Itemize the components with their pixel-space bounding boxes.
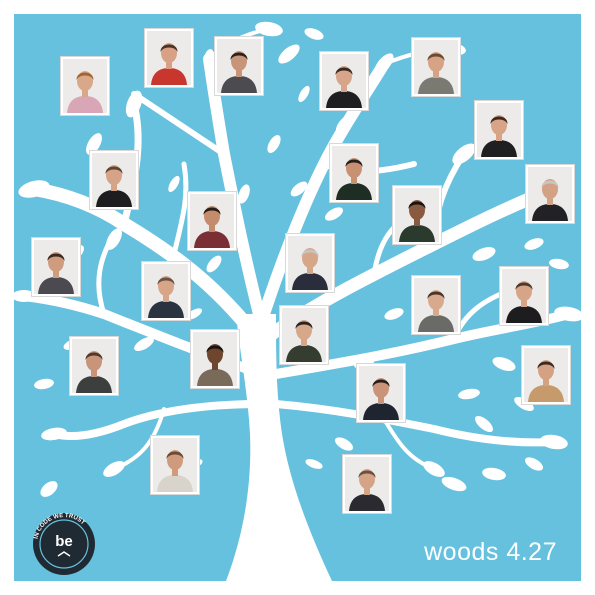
person-photo-6 bbox=[475, 101, 523, 159]
person-photo-3 bbox=[215, 37, 263, 95]
person-photo-12 bbox=[32, 238, 80, 296]
person-photo-22 bbox=[151, 436, 199, 494]
person-photo-19 bbox=[191, 330, 239, 388]
person-photo-5 bbox=[412, 38, 460, 96]
person-photo-23 bbox=[343, 455, 391, 513]
person-photo-17 bbox=[70, 337, 118, 395]
person-photo-11 bbox=[393, 186, 441, 244]
person-photo-8 bbox=[330, 144, 378, 202]
be-logo: IN CODE WE TRUST be bbox=[32, 512, 96, 576]
person-photo-15 bbox=[412, 276, 460, 334]
svg-text:be: be bbox=[55, 533, 73, 550]
person-photo-1 bbox=[61, 57, 109, 115]
person-photo-9 bbox=[526, 165, 574, 223]
person-photo-10 bbox=[188, 192, 236, 250]
person-photo-7 bbox=[90, 151, 138, 209]
person-photo-14 bbox=[142, 262, 190, 320]
person-photo-13 bbox=[286, 234, 334, 292]
person-photo-16 bbox=[500, 267, 548, 325]
caption-woods-427: woods 4.27 bbox=[424, 538, 557, 566]
person-photo-2 bbox=[145, 29, 193, 87]
person-photo-20 bbox=[522, 346, 570, 404]
person-photo-21 bbox=[357, 364, 405, 422]
tree-background: IN CODE WE TRUST be woods 4.27 bbox=[14, 14, 581, 581]
person-photo-18 bbox=[280, 306, 328, 364]
person-photo-4 bbox=[320, 52, 368, 110]
